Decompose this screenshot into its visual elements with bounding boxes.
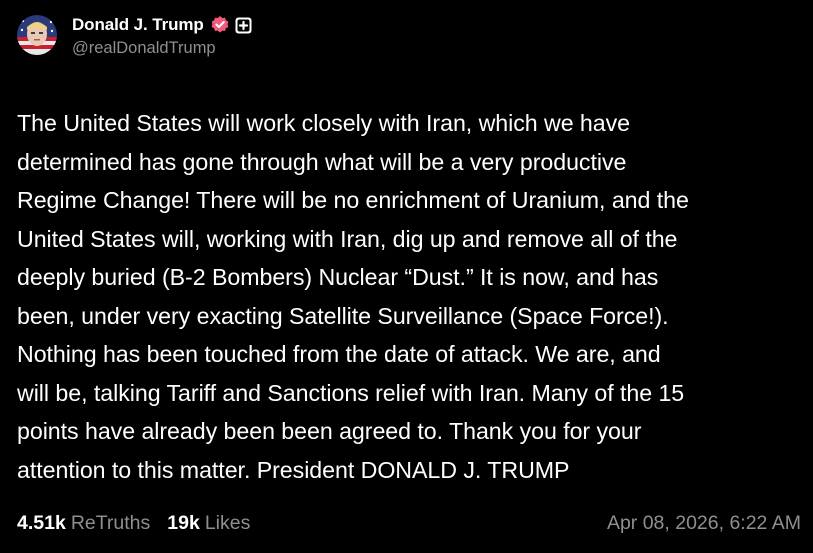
retruths-count: 4.51k [17, 511, 66, 534]
avatar[interactable] [17, 15, 57, 55]
retruths-stat[interactable]: 4.51k ReTruths [17, 512, 150, 535]
likes-count: 19k [167, 511, 200, 534]
post-timestamp[interactable]: Apr 08, 2026, 6:22 AM [607, 512, 801, 535]
author-handle[interactable]: @realDonaldTrump [72, 39, 252, 58]
avatar-portrait-icon [17, 15, 57, 55]
likes-label: Likes [204, 511, 251, 534]
name-row: Donald J. Trump [72, 14, 252, 36]
retruths-label: ReTruths [70, 511, 151, 534]
likes-stat[interactable]: 19k Likes [167, 512, 250, 535]
display-name[interactable]: Donald J. Trump [72, 15, 204, 35]
post-header: Donald J. Trump @realDonaldTrump [17, 14, 252, 62]
verified-badge-icon [210, 15, 230, 35]
post-text: The United States will work closely with… [17, 110, 689, 483]
post-footer: 4.51k ReTruths 19k Likes Apr 08, 2026, 6… [17, 510, 801, 536]
author-names: Donald J. Trump @realDonaldTrump [72, 14, 252, 58]
post-card: Donald J. Trump @realDonaldTrump The Uni… [0, 0, 813, 553]
plus-badge-icon [235, 17, 252, 34]
